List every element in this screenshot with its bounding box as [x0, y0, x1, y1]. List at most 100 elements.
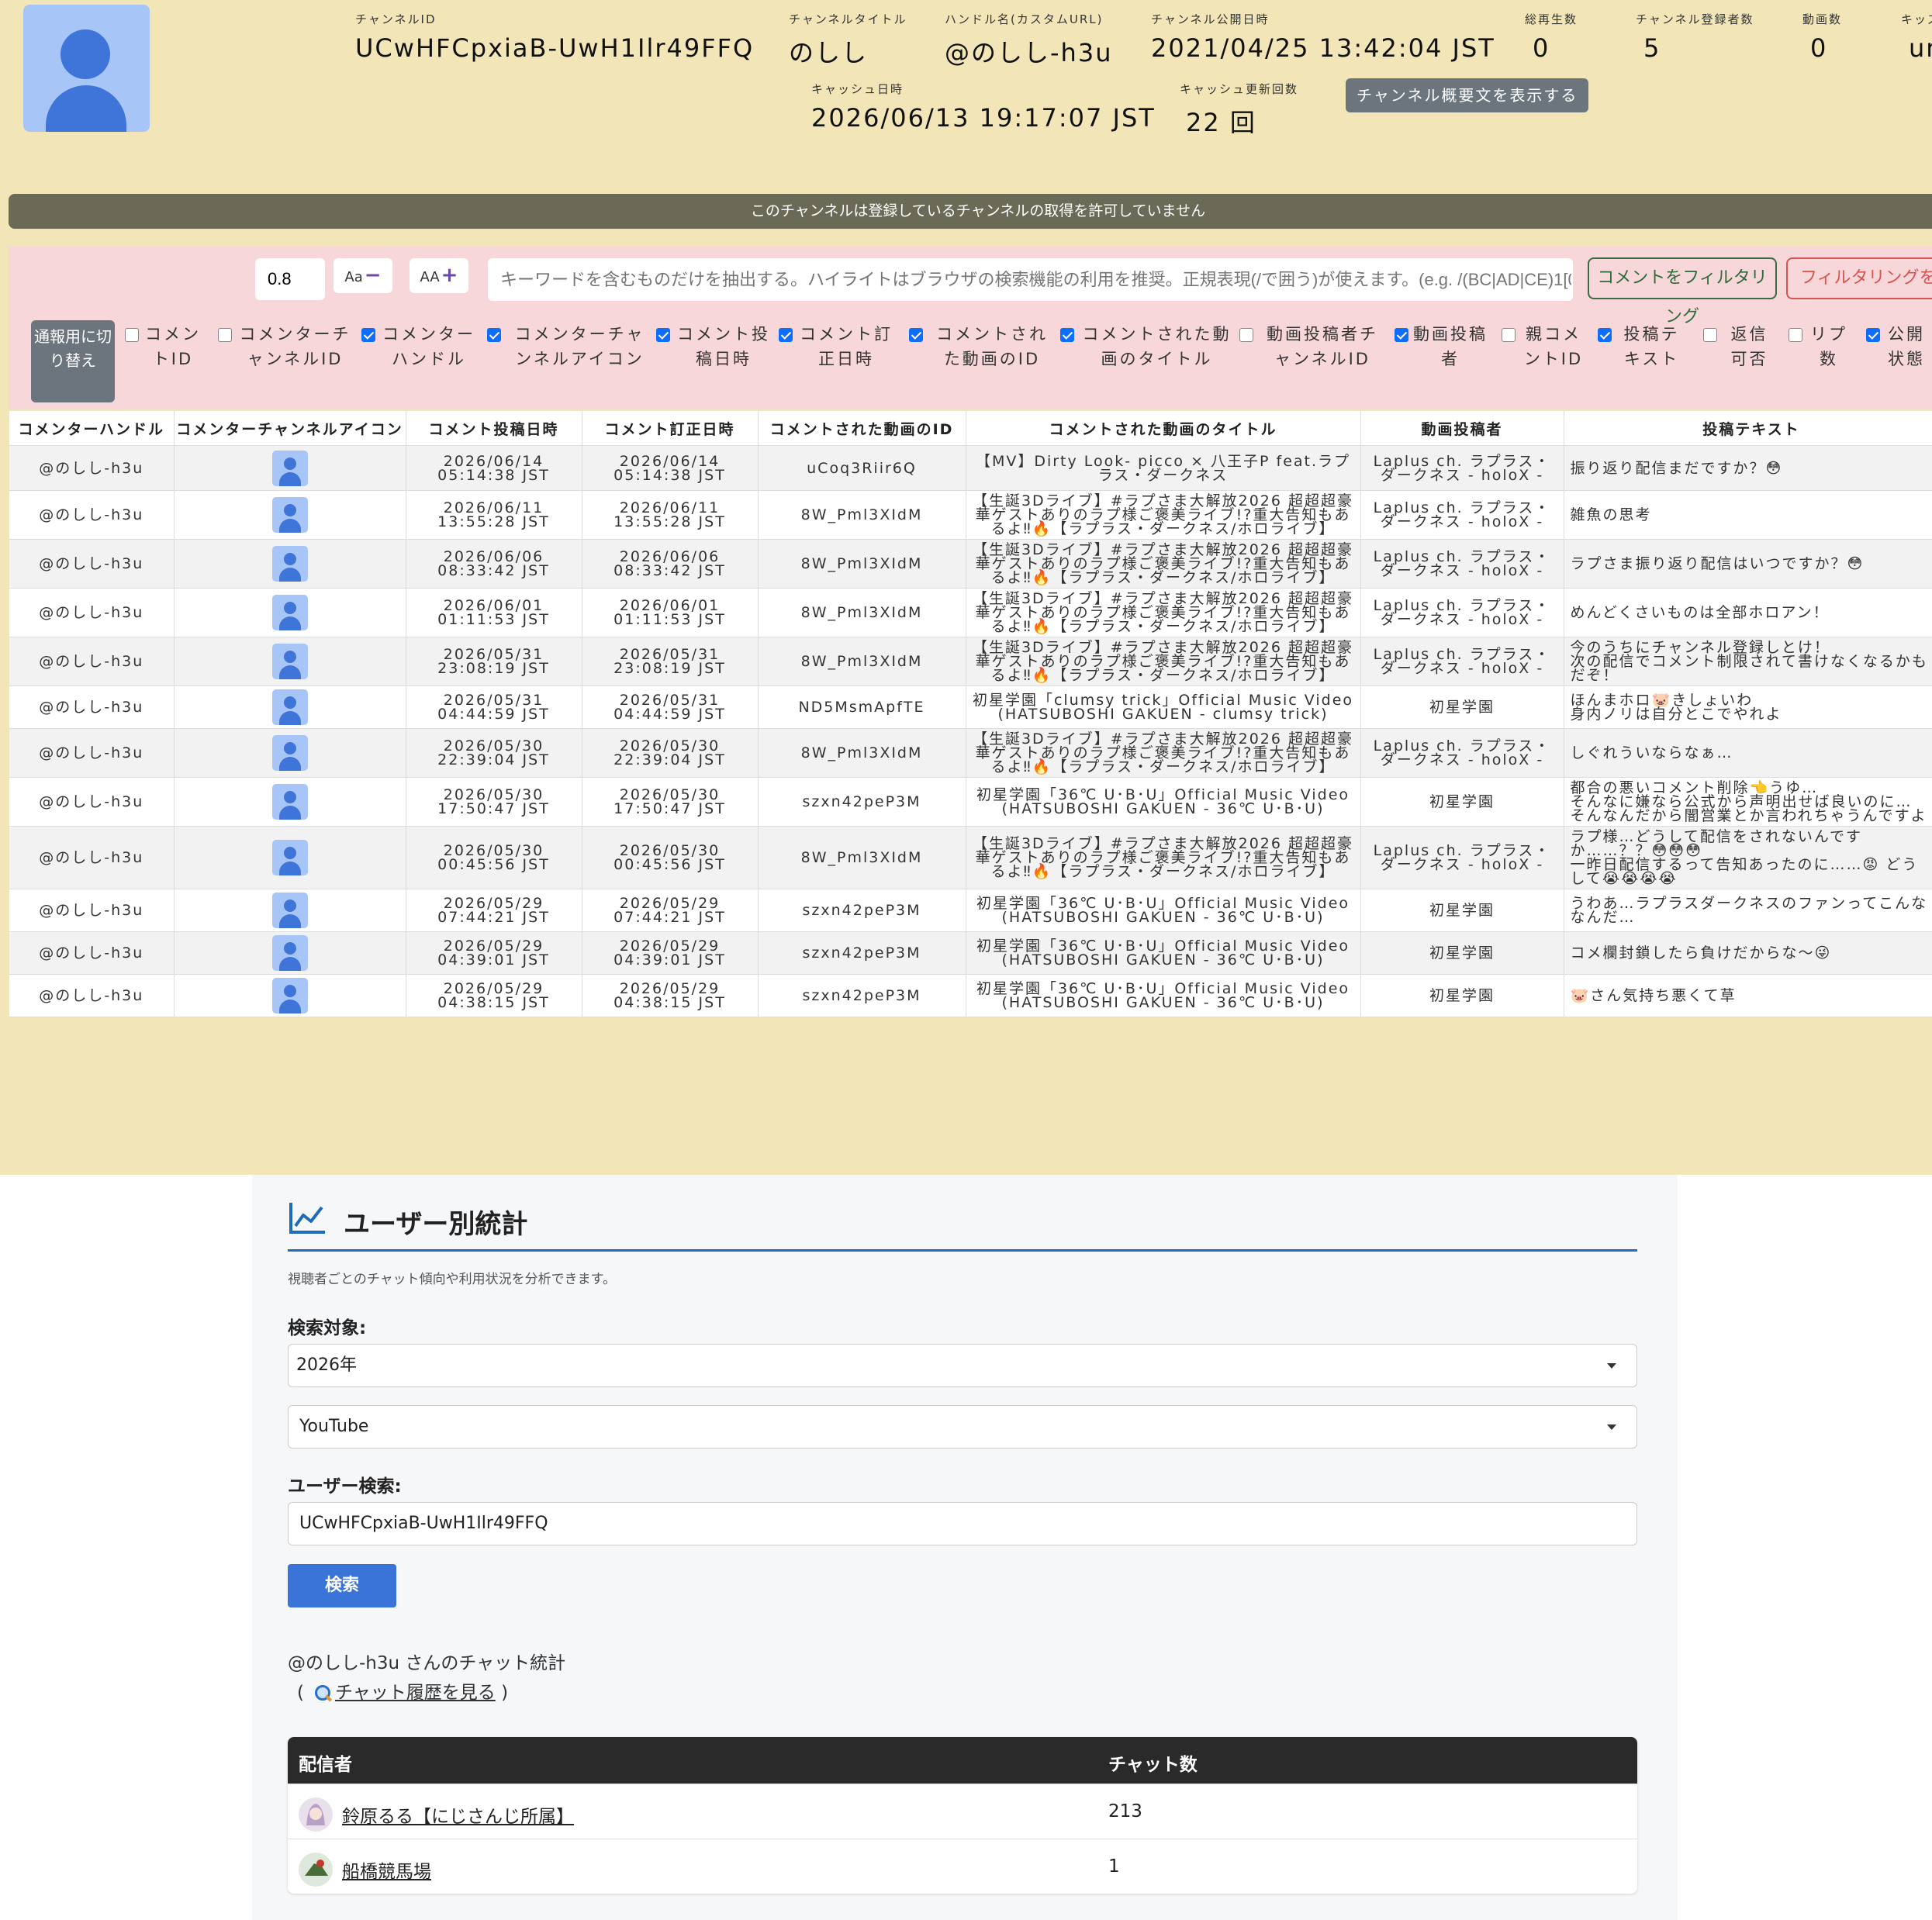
report-mode-label: 通報用に切り替え	[34, 327, 112, 370]
user-avatar-icon[interactable]	[271, 644, 308, 679]
user-avatar-icon[interactable]	[271, 497, 308, 533]
table-header-row: コメンターハンドル コメンターチャンネルアイコン コメント投稿日時 コメント訂正日時コ…	[9, 411, 1932, 446]
user-avatar-icon[interactable]	[271, 689, 308, 725]
posted-at: 2026/05/31 04:44:59 JST	[406, 685, 582, 729]
column-toggle[interactable]: コメントID	[125, 322, 202, 371]
commenter-icon-cell	[174, 539, 406, 589]
paren-close: )	[501, 1683, 509, 1703]
clear-filter-button[interactable]: フィルタリングを解除	[1786, 257, 1932, 299]
column-toggle[interactable]: 投稿テキスト	[1598, 322, 1687, 371]
column-toggle[interactable]: 動画投稿者チャンネルID	[1239, 322, 1387, 371]
checkbox-icon[interactable]	[1789, 328, 1802, 342]
commenter-icon-cell	[174, 588, 406, 637]
column-toggle[interactable]: コメントされた動画のタイトル	[1060, 322, 1235, 371]
kids-label: キッズ	[1901, 12, 1932, 26]
streamer-name-link[interactable]: 船橋競馬場	[342, 1856, 431, 1883]
scale-input[interactable]	[255, 258, 325, 300]
column-toggle[interactable]: リプ数	[1789, 322, 1851, 371]
year-select-value: 2026年	[296, 1355, 357, 1375]
platform-select[interactable]: YouTube	[288, 1405, 1637, 1449]
uploader-name: Laplus ch. ラプラス・ダークネス - holoX -	[1360, 445, 1564, 491]
column-toggle[interactable]: コメント訂正日時	[779, 322, 895, 371]
column-toggle[interactable]: コメンターチャンネルID	[218, 322, 354, 371]
plus-icon: +	[441, 264, 458, 287]
subs-count: 5	[1643, 33, 1661, 63]
column-toggle[interactable]: コメンターハンドル	[361, 322, 478, 371]
font-smaller-button[interactable]: Aa−	[334, 258, 392, 293]
column-toggle[interactable]: コメンターチャンネルアイコン	[487, 322, 654, 371]
user-avatar-icon[interactable]	[271, 893, 308, 928]
column-toggle[interactable]: 動画投稿者	[1395, 322, 1488, 371]
checkbox-icon[interactable]	[125, 328, 139, 342]
user-avatar-icon[interactable]	[271, 978, 308, 1014]
checkbox-checked-icon[interactable]	[1598, 328, 1612, 342]
checkbox-checked-icon[interactable]	[361, 328, 375, 342]
checkbox-checked-icon[interactable]	[487, 328, 501, 342]
uploader-name: 初星学園	[1360, 777, 1564, 827]
checkbox-checked-icon[interactable]	[1060, 328, 1074, 342]
column-header: コメント訂正日時	[582, 411, 759, 446]
checkbox-checked-icon[interactable]	[1866, 328, 1880, 342]
video-title: 初星学園「36℃ U･B･U」Official Music Video (HAT…	[966, 931, 1361, 975]
views-count: 0	[1533, 33, 1550, 63]
checkbox-checked-icon[interactable]	[779, 328, 793, 342]
commenter-handle: @のしし-h3u	[9, 685, 175, 729]
uploader-name: Laplus ch. ラプラス・ダークネス - holoX -	[1360, 728, 1564, 778]
user-avatar-icon[interactable]	[271, 595, 308, 630]
user-avatar-icon[interactable]	[271, 546, 308, 582]
channel-handle: @のしし-h3u	[945, 38, 1113, 67]
show-summary-button[interactable]: チャンネル概要文を表示する	[1346, 78, 1589, 112]
video-title: 初星学園「36℃ U･B･U」Official Music Video (HAT…	[966, 889, 1361, 932]
comment-text: うわあ…ラプラスダークネスのファンってこんななんだ…	[1564, 889, 1932, 932]
user-avatar-icon[interactable]	[271, 784, 308, 820]
user-avatar-icon[interactable]	[271, 450, 308, 486]
checkbox-checked-icon[interactable]	[656, 328, 670, 342]
streamer-name-link[interactable]: 鈴原るる【にじさんじ所属】	[342, 1801, 574, 1828]
checkbox-checked-icon[interactable]	[1395, 328, 1408, 342]
streamer-stats-table: 配信者 チャット数 鈴原るる【にじさんじ所属】 213 船橋競馬場 1	[288, 1737, 1637, 1894]
column-toggle[interactable]: 返信可否	[1703, 322, 1777, 371]
channel-handle-label: ハンドル名(カスタムURL)	[945, 12, 1104, 26]
font-larger-button[interactable]: AA+	[410, 258, 468, 293]
checkbox-icon[interactable]	[1502, 328, 1516, 342]
video-id: 8W_Pml3XIdM	[758, 539, 966, 589]
stats-row: 船橋競馬場 1	[288, 1839, 1637, 1894]
filter-panel: Aa− AA+ コメントをフィルタリング フィルタリングを解除 通報用に切り替え…	[9, 247, 1932, 409]
checkbox-checked-icon[interactable]	[909, 328, 923, 342]
videos-count: 0	[1810, 33, 1828, 63]
keyword-input[interactable]	[488, 258, 1573, 301]
user-avatar-icon[interactable]	[271, 935, 308, 971]
commenter-icon-cell	[174, 931, 406, 975]
checkbox-icon[interactable]	[218, 328, 232, 342]
stats-title: ユーザー別統計	[344, 1209, 528, 1240]
video-title: 【生誕3Dライブ】#ラプさま大解放2026 超超超豪華ゲストありのラプ様ご褒美ラ…	[966, 637, 1361, 686]
search-button[interactable]: 検索	[288, 1564, 396, 1607]
video-title: 初星学園「36℃ U･B･U」Official Music Video (HAT…	[966, 777, 1361, 827]
commenter-handle: @のしし-h3u	[9, 931, 175, 975]
column-toggle[interactable]: 親コメントID	[1502, 322, 1587, 371]
comments-table: コメンターハンドル コメンターチャンネルアイコン コメント投稿日時 コメント訂正日時コ…	[9, 411, 1932, 1017]
column-header: コメント投稿日時	[406, 411, 582, 446]
report-mode-button[interactable]: 通報用に切り替え	[31, 320, 115, 402]
table-row: @のしし-h3u 2026/05/31 23:08:19 JST 2026/05/3…	[9, 637, 1932, 686]
user-avatar-icon[interactable]	[271, 840, 308, 875]
posted-at: 2026/05/30 22:39:04 JST	[406, 728, 582, 778]
posted-at: 2026/06/14 05:14:38 JST	[406, 445, 582, 491]
stats-header-row: 配信者 チャット数	[288, 1737, 1637, 1784]
year-select[interactable]: 2026年	[288, 1344, 1637, 1387]
column-toggle[interactable]: コメント投稿日時	[656, 322, 772, 371]
chat-count: 213	[1108, 1801, 1142, 1822]
user-search-input[interactable]: UCwHFCpxiaB-UwH1Ilr49FFQ	[288, 1502, 1637, 1545]
views-label: 総再生数	[1525, 12, 1578, 26]
checkbox-icon[interactable]	[1703, 328, 1717, 342]
chat-history-link[interactable]: チャット履歴を見る	[335, 1683, 496, 1703]
filter-comments-button[interactable]: コメントをフィルタリング	[1588, 257, 1777, 326]
column-toggle[interactable]: コメントされた動画のID	[909, 322, 1056, 371]
commenter-icon-cell	[174, 637, 406, 686]
video-id: ND5MsmApfTE	[758, 685, 966, 729]
user-avatar-icon[interactable]	[271, 735, 308, 771]
commenter-icon-cell	[174, 889, 406, 932]
column-toggle[interactable]: 公開状態	[1866, 322, 1928, 371]
checkbox-icon[interactable]	[1239, 328, 1253, 342]
table-row: @のしし-h3u 2026/05/30 22:39:04 JST 2026/05/3…	[9, 728, 1932, 778]
